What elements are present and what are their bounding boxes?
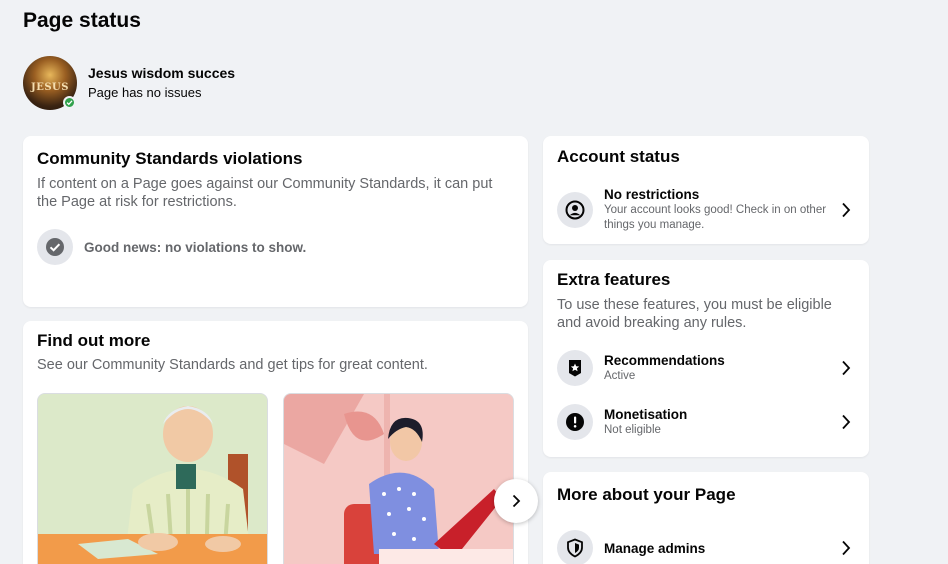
chevron-right-icon [837,202,855,218]
exclamation-icon [557,404,593,440]
page-status-text: Page has no issues [88,85,202,100]
account-status-item-title: No restrictions [604,187,700,202]
find-out-more-description: See our Community Standards and get tips… [37,357,428,373]
account-status-row[interactable]: No restrictions Your account looks good!… [557,186,855,233]
feature-row-recommendations[interactable]: Recommendations Active [557,350,855,386]
person-circle-icon [557,191,593,228]
checkmark-icon [37,229,73,265]
feature-title: Monetisation [604,407,688,422]
no-violations-text: Good news: no violations to show. [84,239,307,255]
avatar[interactable]: JESUS [23,56,77,110]
page-name[interactable]: Jesus wisdom succes [88,63,235,83]
find-out-more-title: Find out more [37,331,151,350]
extra-features-card: Extra features To use these features, yo… [543,260,869,457]
chevron-right-icon [837,360,855,376]
avatar-logo-text: JESUS [30,82,70,93]
tip-card-illustration-woman-laptop[interactable] [283,393,514,564]
carousel-next-button[interactable] [494,479,538,523]
more-about-page-title: More about your Page [557,485,736,504]
feature-status: Not eligible [604,424,661,436]
no-violations-row: Good news: no violations to show. [37,229,514,265]
feature-row-monetisation[interactable]: Monetisation Not eligible [557,404,855,440]
account-status-card: Account status No restrictions Your acco… [543,136,869,244]
tip-card-illustration-elderly-man[interactable] [37,393,268,564]
feature-title: Recommendations [604,353,725,368]
account-status-item-subtitle: Your account looks good! Check in on oth… [604,204,827,231]
extra-features-title: Extra features [557,270,671,289]
status-ok-icon [63,96,76,109]
extra-features-description: To use these features, you must be eligi… [557,297,832,331]
chevron-right-icon [512,494,521,508]
shield-icon [557,530,593,564]
more-about-page-card: More about your Page Manage admins [543,472,869,564]
chevron-right-icon [837,414,855,430]
star-badge-icon [557,350,593,386]
community-standards-title: Community Standards violations [37,149,303,168]
chevron-right-icon [837,540,855,556]
manage-admins-row[interactable]: Manage admins [557,530,855,564]
page-title: Page status [23,9,141,32]
account-status-title: Account status [557,147,680,166]
community-standards-description: If content on a Page goes against our Co… [37,176,493,210]
community-standards-card: Community Standards violations If conten… [23,136,528,307]
find-out-more-card: Find out more See our Community Standard… [23,321,538,564]
page-profile[interactable]: JESUS Jesus wisdom succes Page has no is… [23,56,235,110]
manage-admins-label: Manage admins [604,540,706,556]
feature-status: Active [604,370,636,382]
